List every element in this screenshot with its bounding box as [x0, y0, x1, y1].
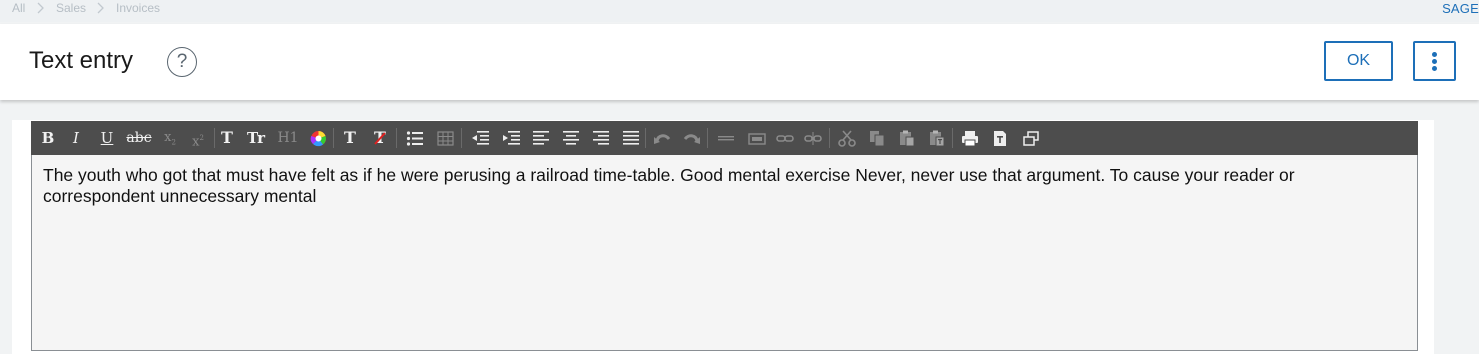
more-options-button[interactable] — [1413, 41, 1456, 81]
toolbar-divider — [396, 128, 397, 148]
bold-button[interactable]: B — [37, 126, 59, 150]
subscript-button[interactable]: x2 — [159, 126, 181, 150]
align-center-icon[interactable] — [559, 126, 581, 150]
breadcrumb-item-sales[interactable]: Sales — [56, 1, 86, 15]
italic-button[interactable]: I — [65, 126, 87, 150]
breadcrumb-item-invoices[interactable]: Invoices — [116, 1, 160, 15]
color-wheel-icon[interactable] — [307, 126, 329, 150]
dot-icon — [1432, 66, 1437, 71]
indent-icon[interactable] — [499, 126, 521, 150]
redo-icon[interactable] — [680, 126, 702, 150]
breadcrumb: All Sales Invoices SAGE — [0, 0, 1479, 22]
text-editor-area[interactable]: The youth who got that must have felt as… — [31, 155, 1418, 351]
toolbar-divider — [333, 128, 334, 148]
chevron-right-icon — [97, 2, 105, 14]
maximize-icon[interactable] — [1019, 126, 1041, 150]
clear-format-button[interactable]: T — [369, 126, 391, 150]
page-header: Text entry ? OK — [0, 24, 1479, 100]
underline-button[interactable]: U — [96, 126, 118, 150]
chevron-right-icon — [37, 2, 45, 14]
ok-button[interactable]: OK — [1324, 41, 1393, 81]
font-button[interactable]: T — [216, 126, 238, 150]
page-title: Text entry — [29, 47, 134, 74]
toolbar-divider — [707, 128, 708, 148]
brand-label: SAGE — [1442, 1, 1479, 16]
print-icon[interactable] — [958, 126, 980, 150]
link-icon[interactable] — [773, 126, 795, 150]
dot-icon — [1432, 52, 1437, 57]
text-color-button[interactable]: T — [339, 126, 361, 150]
paste-icon[interactable] — [895, 126, 917, 150]
help-icon[interactable]: ? — [167, 47, 197, 77]
image-icon[interactable] — [745, 126, 767, 150]
table-icon[interactable] — [434, 126, 456, 150]
unlink-icon[interactable] — [801, 126, 823, 150]
strikethrough-button[interactable]: abc — [124, 126, 154, 150]
superscript-button[interactable]: x2 — [187, 126, 209, 150]
heading-button[interactable]: H1 — [275, 126, 301, 150]
font-size-button[interactable]: Tr — [243, 126, 269, 150]
horizontal-rule-icon[interactable] — [714, 126, 736, 150]
breadcrumb-item-all[interactable]: All — [12, 1, 25, 15]
toolbar-divider — [952, 128, 953, 148]
editor-toolbar: B I U abc x2 x2 T Tr H1 T T — [31, 121, 1418, 155]
bullet-list-icon[interactable] — [403, 126, 425, 150]
outdent-icon[interactable] — [468, 126, 490, 150]
document-text-icon[interactable] — [988, 126, 1010, 150]
toolbar-divider — [214, 128, 215, 148]
toolbar-divider — [829, 128, 830, 148]
toolbar-divider — [461, 128, 462, 148]
dot-icon — [1432, 59, 1437, 64]
paste-text-icon[interactable] — [925, 126, 947, 150]
editor-content[interactable]: The youth who got that must have felt as… — [43, 165, 1403, 207]
scissors-icon[interactable] — [835, 126, 857, 150]
align-justify-icon[interactable] — [619, 126, 641, 150]
copy-icon[interactable] — [865, 126, 887, 150]
align-left-icon[interactable] — [529, 126, 551, 150]
align-right-icon[interactable] — [589, 126, 611, 150]
toolbar-divider — [645, 128, 646, 148]
undo-icon[interactable] — [650, 126, 672, 150]
